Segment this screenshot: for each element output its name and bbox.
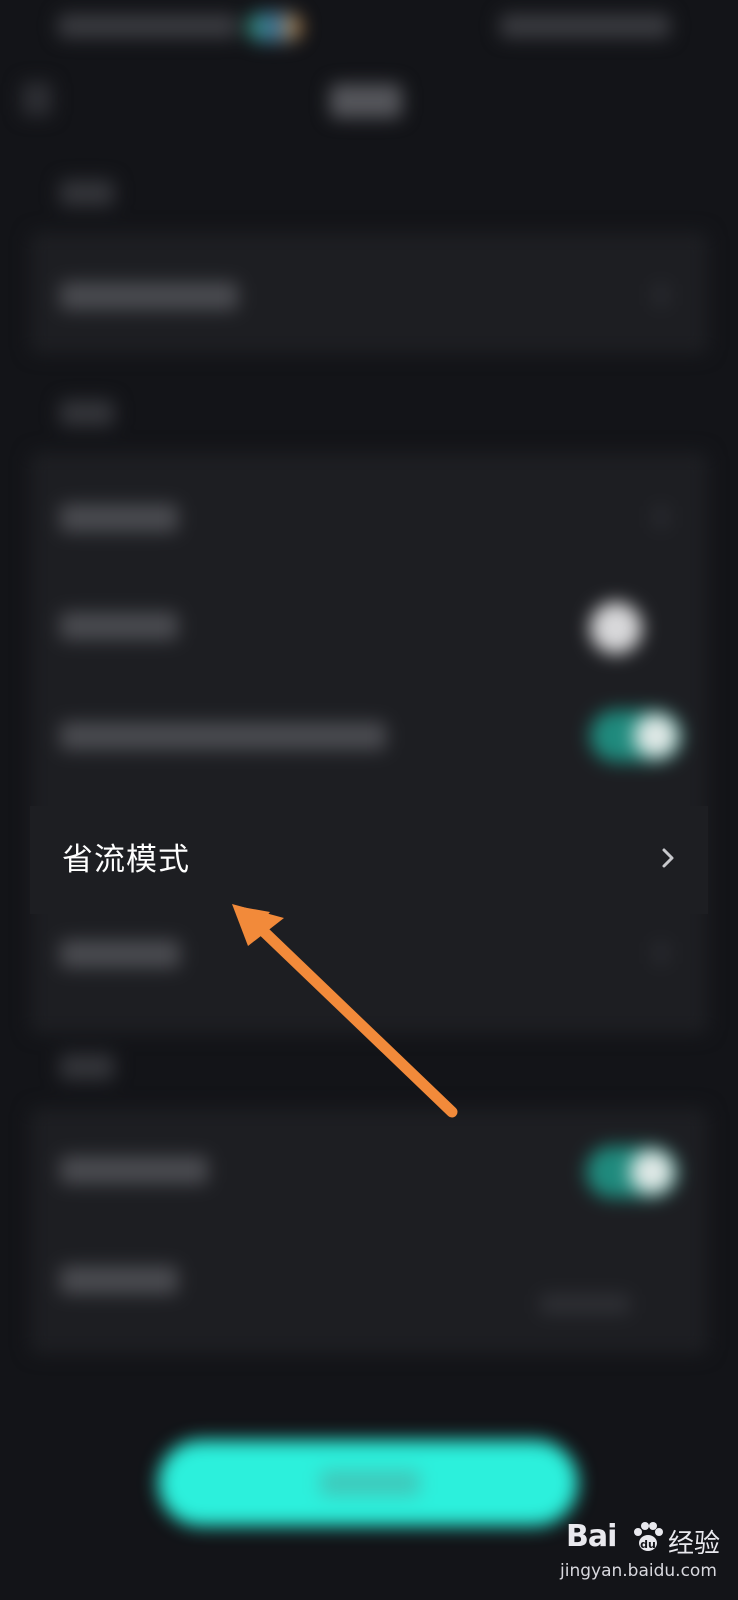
settings-item-label: 省流模式 — [62, 842, 190, 878]
watermark-url: jingyan.baidu.com — [560, 1561, 717, 1581]
settings-card-3 — [30, 1108, 708, 1354]
settings-item-8[interactable] — [60, 1266, 178, 1294]
chevron-right-icon — [662, 848, 674, 868]
status-indicator — [246, 12, 302, 42]
status-bar — [0, 0, 738, 56]
chevron-right-icon — [654, 506, 668, 528]
status-bar-left — [58, 14, 238, 38]
settings-item-6[interactable] — [60, 940, 180, 968]
svg-text:du: du — [640, 1538, 656, 1551]
paw-icon: du — [634, 1522, 663, 1551]
settings-item-7[interactable] — [60, 1156, 208, 1184]
settings-item-value — [540, 1294, 630, 1314]
settings-item-4[interactable] — [60, 722, 386, 750]
watermark: Bai du 经验 jingyan.baidu.com — [560, 1515, 730, 1590]
toggle-switch-on[interactable] — [586, 1146, 678, 1198]
chevron-right-icon — [654, 284, 668, 306]
settings-item-3[interactable] — [60, 612, 178, 640]
toggle-switch-on[interactable] — [590, 710, 682, 762]
status-bar-right — [500, 14, 670, 38]
watermark-suffix: 经验 — [668, 1529, 721, 1559]
section-header-3 — [60, 1054, 114, 1080]
page-title — [330, 84, 402, 118]
primary-action-label — [320, 1470, 420, 1496]
watermark-logo: Bai — [566, 1519, 617, 1554]
back-arrow-icon[interactable] — [22, 82, 52, 116]
section-header-2 — [60, 400, 114, 426]
section-header-1 — [60, 180, 114, 206]
chevron-right-icon — [654, 942, 668, 964]
settings-item-2[interactable] — [60, 504, 178, 532]
settings-item-1[interactable] — [60, 282, 238, 310]
toggle-switch-off[interactable] — [590, 602, 642, 654]
